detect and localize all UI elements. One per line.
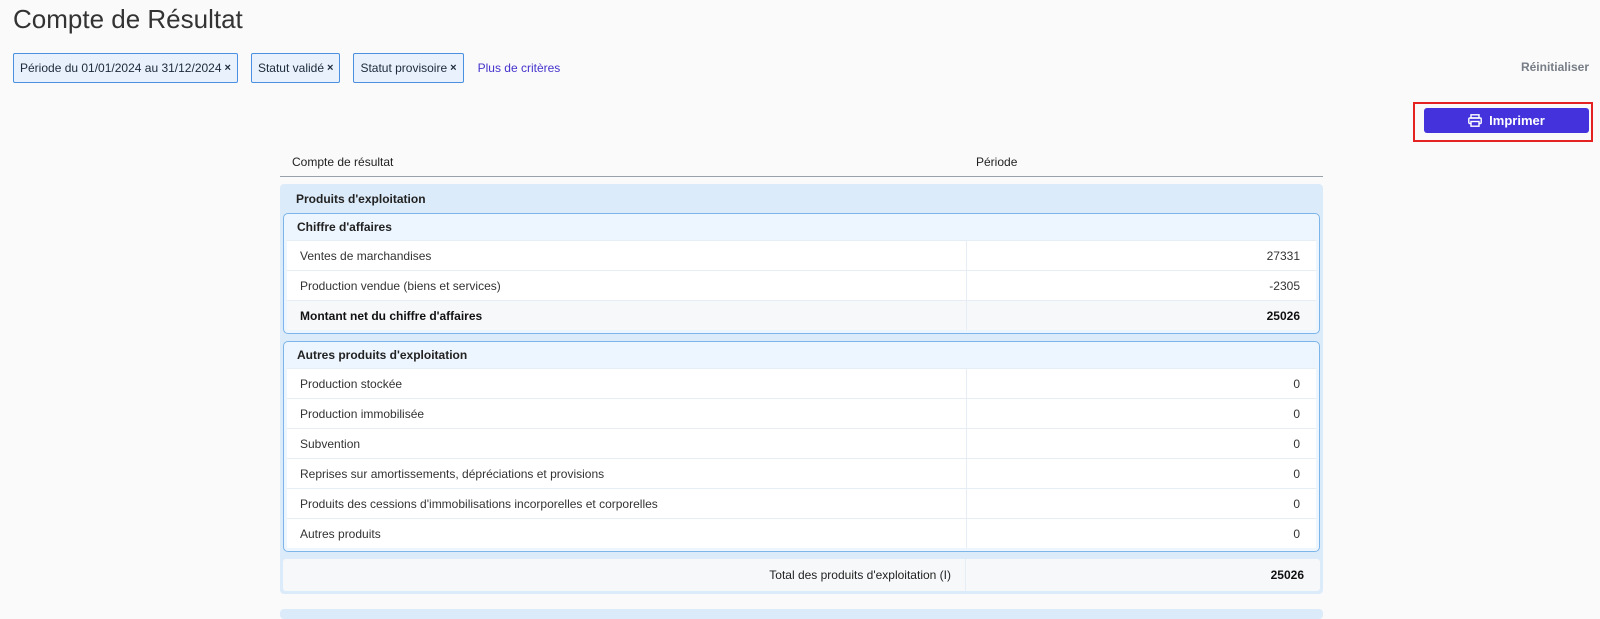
row-value: 0 bbox=[1293, 376, 1300, 391]
close-icon[interactable]: × bbox=[225, 62, 231, 74]
reset-link[interactable]: Réinitialiser bbox=[1521, 60, 1589, 74]
filter-chip-period[interactable]: Période du 01/01/2024 au 31/12/2024 × bbox=[13, 53, 238, 83]
total-label: Total des produits d'exploitation (I) bbox=[283, 559, 966, 591]
filter-chip-label: Statut validé bbox=[257, 61, 324, 75]
filter-bar: Période du 01/01/2024 au 31/12/2024 × St… bbox=[13, 53, 560, 83]
printer-icon bbox=[1468, 114, 1483, 127]
section-operating-income: Produits d'exploitation Chiffre d'affair… bbox=[280, 184, 1323, 594]
table-row: Production stockée 0 bbox=[287, 368, 1316, 398]
row-label: Produits des cessions d'immobilisations … bbox=[287, 489, 967, 518]
row-value: 27331 bbox=[1266, 248, 1300, 263]
table-row: Production vendue (biens et services) -2… bbox=[287, 270, 1316, 300]
row-label: Autres produits bbox=[287, 519, 967, 548]
close-icon[interactable]: × bbox=[327, 62, 333, 74]
print-button-label: Imprimer bbox=[1489, 113, 1545, 128]
total-value: 25026 bbox=[1270, 568, 1304, 582]
column-header-period: Période bbox=[976, 155, 1018, 169]
table-header: Compte de résultat Période bbox=[280, 148, 1323, 177]
group-title: Autres produits d'exploitation bbox=[297, 348, 468, 362]
more-criteria-link[interactable]: Plus de critères bbox=[478, 61, 561, 75]
row-label: Subvention bbox=[287, 429, 967, 458]
row-value: 25026 bbox=[1266, 308, 1300, 323]
filter-chip-label: Période du 01/01/2024 au 31/12/2024 bbox=[20, 61, 222, 75]
filter-chip-status-provisional[interactable]: Statut provisoire × bbox=[353, 53, 464, 83]
filter-chip-label: Statut provisoire bbox=[360, 61, 448, 75]
row-label: Ventes de marchandises bbox=[287, 241, 967, 270]
row-value: 0 bbox=[1293, 496, 1300, 511]
table-row: Produits des cessions d'immobilisations … bbox=[287, 488, 1316, 518]
table-row: Autres produits 0 bbox=[287, 518, 1316, 548]
row-label: Production immobilisée bbox=[287, 399, 967, 428]
row-value: 0 bbox=[1293, 466, 1300, 481]
page-title: Compte de Résultat bbox=[13, 4, 243, 34]
row-value: 0 bbox=[1293, 406, 1300, 421]
row-label: Reprises sur amortissements, dépréciatio… bbox=[287, 459, 967, 488]
table-row-total: Total des produits d'exploitation (I) 25… bbox=[283, 559, 1320, 591]
table-row-subtotal: Montant net du chiffre d'affaires 25026 bbox=[287, 300, 1316, 330]
row-value: 0 bbox=[1293, 526, 1300, 541]
table-row: Reprises sur amortissements, dépréciatio… bbox=[287, 458, 1316, 488]
income-statement-table: Compte de résultat Période Produits d'ex… bbox=[280, 148, 1323, 594]
section-title: Produits d'exploitation bbox=[296, 191, 426, 206]
row-value: 0 bbox=[1293, 436, 1300, 451]
row-label: Production vendue (biens et services) bbox=[287, 271, 967, 300]
group-title: Chiffre d'affaires bbox=[297, 220, 392, 234]
table-row: Subvention 0 bbox=[287, 428, 1316, 458]
column-header-account: Compte de résultat bbox=[292, 155, 394, 169]
print-button[interactable]: Imprimer bbox=[1424, 108, 1589, 133]
group-revenue: Chiffre d'affaires Ventes de marchandise… bbox=[283, 213, 1320, 334]
table-row: Ventes de marchandises 27331 bbox=[287, 240, 1316, 270]
table-row: Production immobilisée 0 bbox=[287, 398, 1316, 428]
section-next-collapsed bbox=[280, 609, 1323, 619]
row-value: -2305 bbox=[1269, 278, 1300, 293]
close-icon[interactable]: × bbox=[450, 62, 456, 74]
row-label: Production stockée bbox=[287, 369, 967, 398]
row-label: Montant net du chiffre d'affaires bbox=[287, 301, 967, 330]
group-other-operating-income: Autres produits d'exploitation Productio… bbox=[283, 341, 1320, 552]
filter-chip-status-validated[interactable]: Statut validé × bbox=[250, 53, 341, 83]
